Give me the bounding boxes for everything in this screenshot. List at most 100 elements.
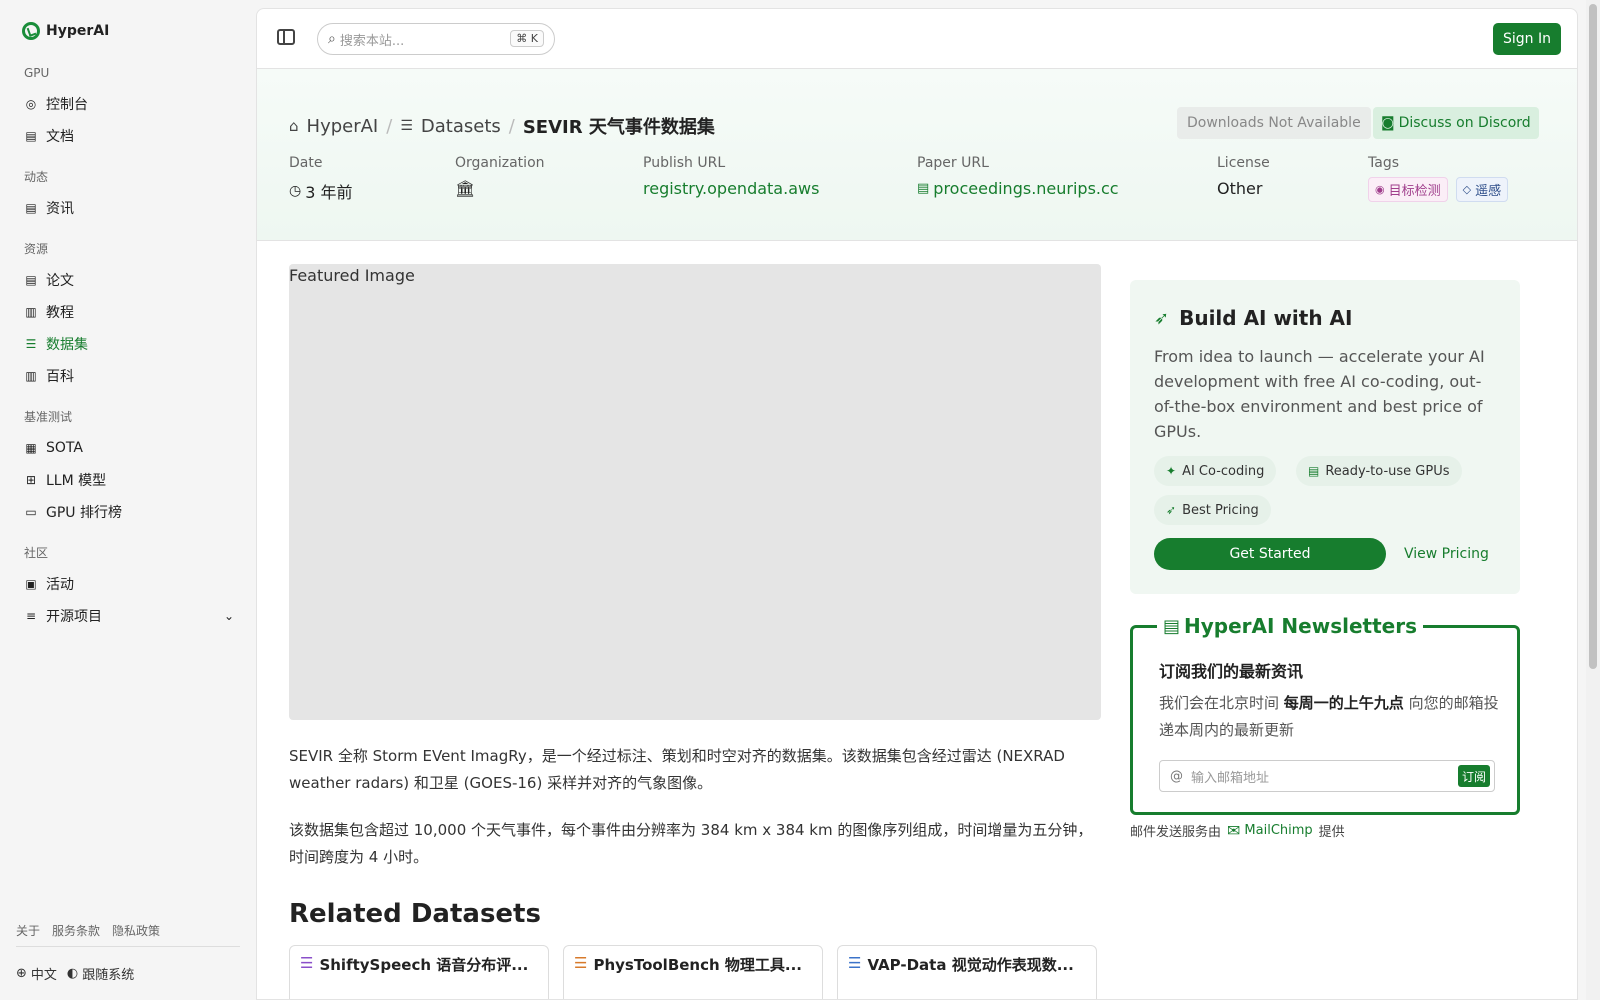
feature-pill-cocoding: ✦ AI Co-coding	[1154, 456, 1277, 486]
view-pricing-link[interactable]: View Pricing	[1404, 546, 1489, 562]
section-title-resources: 资源	[24, 242, 49, 256]
license-value: Other	[1217, 179, 1263, 198]
email-placeholder: 输入邮箱地址	[1191, 770, 1270, 786]
chevron-down-icon: ⌄	[223, 609, 234, 623]
mail-icon: ✉	[1227, 821, 1241, 840]
sidebar-item-datasets[interactable]: ☰ 数据集	[24, 332, 234, 356]
breadcrumb-datasets[interactable]: Datasets	[421, 116, 501, 137]
description-paragraph: SEVIR 全称 Storm EVent ImagRy，是一个经过标注、策划和时…	[289, 747, 1065, 792]
related-dataset-title: VAP-Data 视觉动作表现数...	[867, 956, 1074, 974]
sidebar-item-label: 数据集	[46, 337, 88, 353]
tag-object-detection[interactable]: ◉ 目标检测	[1368, 177, 1448, 202]
sidebar-item-gpu-ranking[interactable]: ▭ GPU 排行榜	[24, 500, 234, 524]
database-icon: ☰	[848, 954, 862, 972]
breadcrumb: ⌂ HyperAI / ☰ Datasets / SEVIR 天气事件数据集	[289, 113, 715, 139]
doc-icon: ▤	[25, 129, 37, 143]
related-dataset-card[interactable]: ☰ PhysToolBench 物理工具...	[563, 945, 823, 999]
search-icon: ⌕	[328, 31, 336, 47]
related-dataset-card[interactable]: ☰ ShiftySpeech 语音分布评...	[289, 945, 549, 999]
meta-value: ◷ 3 年前	[289, 179, 353, 203]
sidebar-item-opensource[interactable]: ≡ 开源项目 ⌄	[24, 604, 234, 628]
sidebar-item-docs[interactable]: ▤ 文档	[24, 124, 234, 148]
meta-label: Paper URL	[917, 155, 989, 171]
promo-title-text: Build AI with AI	[1179, 306, 1353, 330]
breadcrumb-home[interactable]: HyperAI	[307, 116, 379, 137]
meta-label: License	[1217, 155, 1270, 171]
date-value: 3 年前	[305, 183, 353, 202]
featured-image-alt: Featured Image	[289, 266, 415, 285]
discord-button[interactable]: ◙ Discuss on Discord	[1373, 107, 1539, 139]
tag-remote-sensing[interactable]: ◇ 遥感	[1455, 177, 1509, 202]
feature-pill-gpus: ▤ Ready-to-use GPUs	[1296, 456, 1462, 486]
scrollbar-thumb[interactable]	[1589, 4, 1597, 669]
section-title-community: 社区	[24, 546, 49, 560]
get-started-button[interactable]: Get Started	[1154, 538, 1386, 570]
related-dataset-title: PhysToolBench 物理工具...	[593, 956, 802, 974]
brand[interactable]: HyperAI	[22, 22, 109, 40]
paper-url-link[interactable]: ▤ proceedings.neurips.cc	[917, 179, 1119, 198]
database-icon: ☰	[400, 118, 413, 134]
sidebar-item-label: 资讯	[46, 201, 74, 217]
sidebar-item-console[interactable]: ◎ 控制台	[24, 92, 234, 116]
hyperai-logo-icon	[22, 22, 40, 40]
wiki-icon: ▥	[25, 369, 37, 383]
feature-pill-pricing: ➶ Best Pricing	[1154, 495, 1271, 525]
sidebar-item-label: LLM 模型	[46, 473, 107, 489]
list-icon: ≡	[25, 609, 37, 623]
pill-label: Best Pricing	[1182, 502, 1259, 518]
sidebar-item-events[interactable]: ▣ 活动	[24, 572, 234, 596]
meta-label: Tags	[1368, 155, 1399, 171]
featured-image: Featured Image	[289, 264, 1101, 720]
clock-icon: ◷	[289, 183, 302, 199]
subscribe-button[interactable]: 订阅	[1457, 765, 1490, 787]
target-icon: ◉	[1375, 183, 1385, 196]
database-icon: ☰	[574, 954, 588, 972]
building-icon: 🏛	[455, 179, 476, 198]
downloads-button[interactable]: Downloads Not Available	[1177, 107, 1371, 139]
terms-link[interactable]: 服务条款	[52, 922, 100, 939]
sidebar-item-news[interactable]: ▤ 资讯	[24, 196, 234, 220]
sidebar-item-wiki[interactable]: ▥ 百科	[24, 364, 234, 388]
sparkle-icon: ✦	[1166, 464, 1177, 478]
meta-tags: Tags ◉ 目标检测 ◇ 遥感	[1368, 155, 1509, 202]
rocket-icon: ➶	[1154, 307, 1170, 329]
document-icon: ▤	[917, 181, 930, 196]
theme-switch[interactable]: ◐ 跟随系统	[67, 964, 134, 983]
tag-label: 遥感	[1475, 184, 1502, 199]
sidebar-toggle-icon[interactable]	[277, 29, 295, 45]
newsletter-subtitle: 订阅我们的最新资讯	[1159, 662, 1304, 681]
body-bold: 每周一的上午九点	[1283, 694, 1404, 712]
meta-organization: Organization 🏛	[455, 155, 545, 198]
mailchimp-link[interactable]: ✉ MailChimp	[1227, 821, 1313, 840]
newsletter-title-text: HyperAI Newsletters	[1184, 614, 1417, 638]
search-input[interactable]: ⌕ 搜索本站... ⌘ K	[317, 23, 555, 55]
sidebar-item-llm[interactable]: ⊞ LLM 模型	[24, 468, 234, 492]
at-icon: @	[1170, 768, 1183, 784]
scrollbar[interactable]	[1586, 0, 1600, 1000]
language-switch[interactable]: ⊕ 中文	[16, 964, 57, 983]
email-field[interactable]: @ 输入邮箱地址 订阅	[1159, 760, 1495, 792]
rocket-icon: ➶	[1166, 503, 1177, 517]
meta-publish-url: Publish URL registry.opendata.aws	[643, 155, 819, 198]
about-link[interactable]: 关于	[16, 922, 40, 939]
paper-icon: ▤	[25, 273, 37, 287]
database-icon: ☰	[25, 337, 37, 351]
build-ai-promo: ➶ Build AI with AI From idea to launch —…	[1130, 280, 1520, 594]
publish-url-link[interactable]: registry.opendata.aws	[643, 179, 819, 198]
sidebar-item-papers[interactable]: ▤ 论文	[24, 268, 234, 292]
related-dataset-card[interactable]: ☰ VAP-Data 视觉动作表现数...	[837, 945, 1097, 999]
sidebar-item-sota[interactable]: ▦ SOTA	[24, 436, 234, 460]
sidebar-item-tutorials[interactable]: ▥ 教程	[24, 300, 234, 324]
language-label: 中文	[30, 968, 57, 983]
globe-icon: ⊕	[16, 966, 27, 981]
command-icon: ⌘	[516, 32, 531, 45]
mail-provider: 邮件发送服务由 ✉ MailChimp 提供	[1130, 821, 1345, 840]
meta-label: Publish URL	[643, 155, 726, 171]
related-dataset-title: ShiftySpeech 语音分布评...	[319, 956, 529, 974]
sidebar-item-label: 开源项目	[46, 609, 102, 625]
newsletter-body: 我们会在北京时间 每周一的上午九点 向您的邮箱投递本周内的最新更新	[1159, 690, 1499, 744]
footer-links: 关于 服务条款 隐私政策	[16, 922, 160, 939]
sign-in-button[interactable]: Sign In	[1493, 23, 1561, 55]
dataset-header: ⌂ HyperAI / ☰ Datasets / SEVIR 天气事件数据集 D…	[257, 69, 1577, 241]
privacy-link[interactable]: 隐私政策	[112, 922, 160, 939]
